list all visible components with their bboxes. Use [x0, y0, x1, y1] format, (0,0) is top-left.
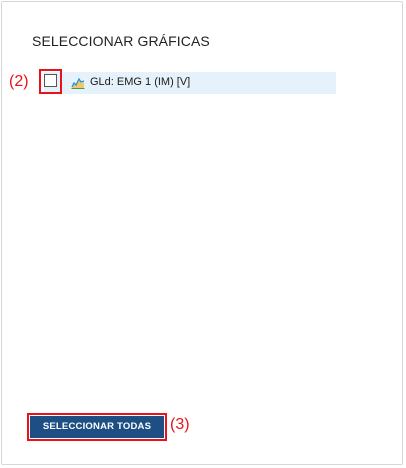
- annotation-label-3: (3): [170, 416, 190, 433]
- area-chart-icon: [71, 77, 85, 89]
- panel-title: SELECCIONAR GRÁFICAS: [32, 33, 210, 49]
- annotation-label-2: (2): [9, 73, 29, 90]
- select-all-button[interactable]: SELECCIONAR TODAS: [30, 416, 164, 438]
- graph-list-item[interactable]: GLd: EMG 1 (IM) [V]: [44, 72, 336, 94]
- graph-checkbox[interactable]: [44, 74, 57, 87]
- graph-label: GLd: EMG 1 (IM) [V]: [90, 76, 191, 88]
